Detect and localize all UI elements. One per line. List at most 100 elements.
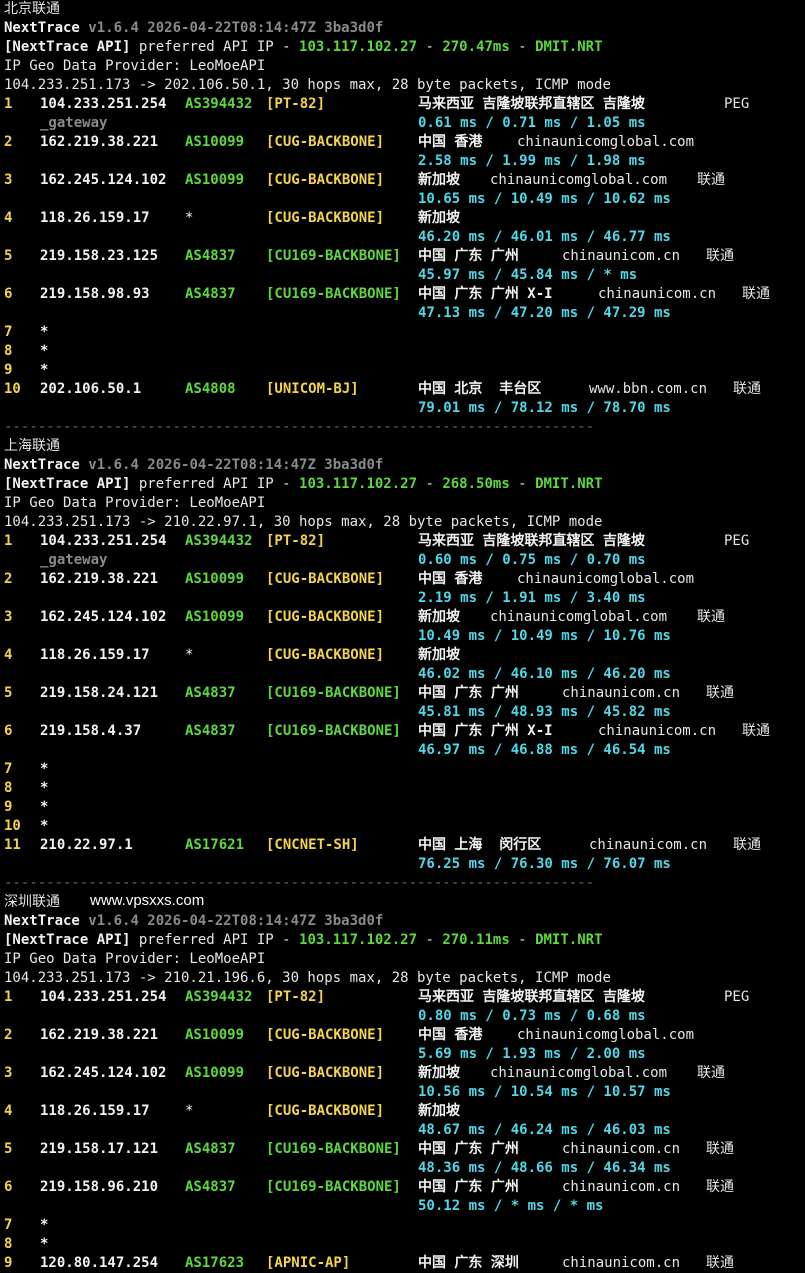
version-line: NextTrace v1.6.4 2026-04-22T08:14:47Z 3b… [0,456,805,475]
api-ip: 103.117.102.27 [299,476,418,492]
hop-number: 6 [4,286,13,302]
hop-rtt-row: 45.81 ms / 48.93 ms / 45.82 ms [0,703,805,722]
hop-host: chinaunicomglobal.com [517,134,695,150]
hop-number: 3 [4,172,13,188]
hop-number: 9 [4,362,13,378]
block-label: 上海联通 [0,437,805,456]
api-node: DMIT.NRT [535,932,603,948]
hop-host: chinaunicomglobal.com [490,1065,668,1081]
hop-ip: 219.158.4.37 [40,723,142,739]
hop-rtt-row: 2.58 ms / 1.99 ms / 1.98 ms [0,152,805,171]
dash2: - [509,39,536,55]
hop-row: 4 118.26.159.17 * [CUG-BACKBONE] 新加坡 [0,209,805,228]
geo-provider: IP Geo Data Provider: LeoMoeAPI [4,495,266,511]
api-prefix: [NextTrace API] [4,932,131,948]
hop-number: 11 [4,837,21,853]
hop-rtt: 10.56 ms / 10.54 ms / 10.57 ms [418,1084,671,1100]
hop-asn: AS17623 [185,1255,245,1271]
hop-geo: 马来西亚 吉隆坡联邦直辖区 吉隆坡 [418,96,645,112]
hop-tag: [CUG-BACKBONE] [266,647,385,663]
api-node: DMIT.NRT [535,476,603,492]
hop-number: 4 [4,1103,13,1119]
hop-ip: * [40,362,49,378]
hop-number: 8 [4,1236,13,1252]
hop-rtt-row: 76.25 ms / 76.30 ms / 76.07 ms [0,855,805,874]
hop-asn: AS394432 [185,989,253,1005]
hop-asn: AS4837 [185,723,236,739]
hop-ip: * [40,780,49,796]
hop-rtt: 5.69 ms / 1.93 ms / 2.00 ms [418,1046,646,1062]
hop-geo: 中国 上海 闵行区 [418,837,542,853]
hop-geo: 中国 广东 广州 X-I [418,723,553,739]
hop-asn: AS4808 [185,381,236,397]
hop-host: www.bbn.com.cn [589,381,708,397]
dest-line: 104.233.251.173 -> 202.106.50.1, 30 hops… [4,77,611,93]
hop-number: 10 [4,381,21,397]
hop-tag: [CU169-BACKBONE] [266,248,401,264]
hop-isp: 联通 [706,1141,734,1157]
dash1: - [417,39,443,55]
version-line: NextTrace v1.6.4 2026-04-22T08:14:47Z 3b… [0,912,805,931]
hop-asn: AS10099 [185,609,245,625]
hop-ip: * [40,818,49,834]
hop-row: 10 * [0,817,805,836]
hop-tag: [CU169-BACKBONE] [266,286,401,302]
hop-row: 1 104.233.251.254 AS394432 [PT-82] 马来西亚 吉隆坡联… [0,95,805,114]
hop-ip: * [40,324,49,340]
hop-row: 2 162.219.38.221 AS10099 [CUG-BACKBONE] 中国 香… [0,570,805,589]
hop-rtt-row: 45.97 ms / 45.84 ms / * ms [0,266,805,285]
terminal-output[interactable]: 北京联通 NextTrace v1.6.4 2026-04-22T08:14:47… [0,0,805,1272]
app-name: NextTrace [4,20,80,36]
hop-row: 7 * [0,760,805,779]
hop-rtt-row: 2.19 ms / 1.91 ms / 3.40 ms [0,589,805,608]
hop-asn: AS394432 [185,96,253,112]
hop-row: 4 118.26.159.17 * [CUG-BACKBONE] 新加坡 [0,646,805,665]
api-ms: 270.11ms [442,932,510,948]
hop-host: chinaunicom.cn [562,248,681,264]
hop-rtt: 76.25 ms / 76.30 ms / 76.07 ms [418,856,671,872]
api-text: preferred API IP - [130,39,300,55]
api-line: [NextTrace API] preferred API IP - 103.1… [0,931,805,950]
hop-ip: 219.158.98.93 [40,286,150,302]
hop-geo: 马来西亚 吉隆坡联邦直辖区 吉隆坡 [418,533,645,549]
hop-asn: AS4837 [185,248,236,264]
hop-geo: 中国 广东 广州 [418,685,519,701]
hop-rtt-row: 46.02 ms / 46.10 ms / 46.20 ms [0,665,805,684]
geo-provider-line: IP Geo Data Provider: LeoMoeAPI [0,494,805,513]
geo-provider: IP Geo Data Provider: LeoMoeAPI [4,58,266,74]
line-content: NextTrace v1.6.4 2026-04-22T08:14:47Z 3b… [4,19,383,38]
hop-row: 6 219.158.98.93 AS4837 [CU169-BACKBONE] 中国 广… [0,285,805,304]
hop-ip: 202.106.50.1 [40,381,142,397]
hop-ip: 219.158.17.121 [40,1141,159,1157]
hop-row: 3 162.245.124.102 AS10099 [CUG-BACKBONE] 新加坡… [0,608,805,627]
hop-geo: 中国 广东 深圳 [418,1255,519,1271]
hop-rtt-row: 48.67 ms / 46.24 ms / 46.03 ms [0,1121,805,1140]
hop-geo: 马来西亚 吉隆坡联邦直辖区 吉隆坡 [418,989,645,1005]
hop-geo: 中国 广东 广州 [418,248,519,264]
hop-ip: 162.219.38.221 [40,1027,159,1043]
hop-rtt: 2.19 ms / 1.91 ms / 3.40 ms [418,590,646,606]
block-label: 北京联通 [0,0,805,19]
version-text: v1.6.4 2026-04-22T08:14:47Z 3ba3d0f [88,20,384,36]
hop-ip: * [40,1236,49,1252]
hop-row: 5 219.158.17.121 AS4837 [CU169-BACKBONE] 中国 … [0,1140,805,1159]
hop-number: 5 [4,1141,13,1157]
hop-host: chinaunicom.cn [562,1179,681,1195]
hop-tag: [CU169-BACKBONE] [266,685,401,701]
hop-row: 6 219.158.96.210 AS4837 [CU169-BACKBONE] 中国 … [0,1178,805,1197]
hop-host: chinaunicom.cn [562,1255,681,1271]
line-content: NextTrace v1.6.4 2026-04-22T08:14:47Z 3b… [4,912,383,931]
hop-host: chinaunicom.cn [598,286,717,302]
geo-provider-line: IP Geo Data Provider: LeoMoeAPI [0,950,805,969]
hop-rtt: 47.13 ms / 47.20 ms / 47.29 ms [418,305,671,321]
hop-row: 5 219.158.24.121 AS4837 [CU169-BACKBONE] 中国 … [0,684,805,703]
hop-ip: 162.245.124.102 [40,172,167,188]
hop-host: PEG [724,989,750,1005]
hop-rtt-row: _gateway 0.61 ms / 0.71 ms / 1.05 ms [0,114,805,133]
hop-tag: [APNIC-AP] [266,1255,351,1271]
hop-tag: [CUG-BACKBONE] [266,134,385,150]
hop-row: 2 162.219.38.221 AS10099 [CUG-BACKBONE] 中国 香… [0,133,805,152]
hop-tag: [CU169-BACKBONE] [266,723,401,739]
hop-geo: 中国 广东 广州 [418,1179,519,1195]
hop-rtt-row: 5.69 ms / 1.93 ms / 2.00 ms [0,1045,805,1064]
